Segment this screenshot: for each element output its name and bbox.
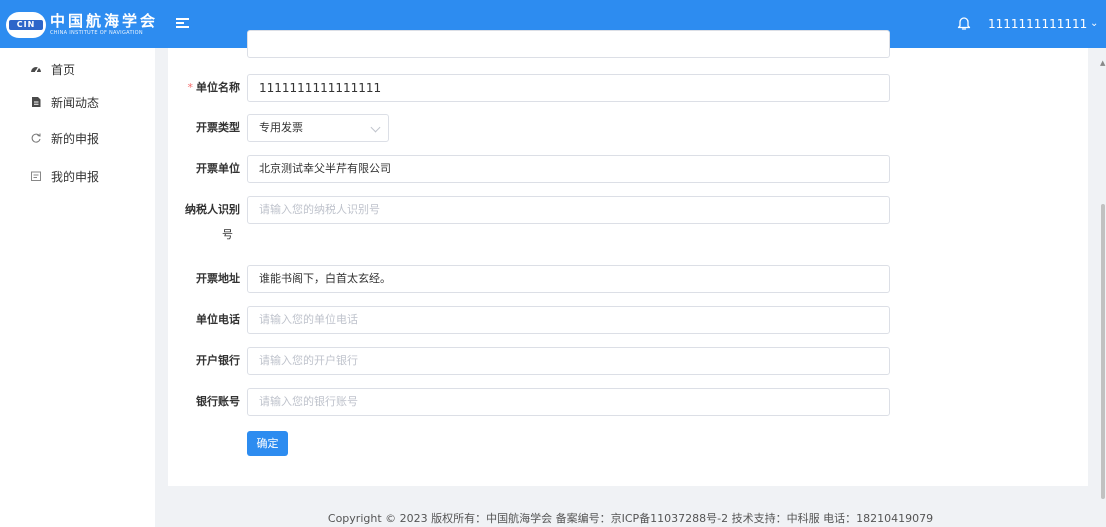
unit-name-label: 单位名称: [196, 81, 240, 94]
confirm-button[interactable]: 确定: [247, 431, 288, 456]
bank-input[interactable]: 请输入您的开户银行: [247, 347, 890, 375]
dashboard-icon: [30, 63, 42, 75]
invoice-unit-row: 开票单位 北京测试幸父半芹有限公司: [168, 155, 1088, 183]
sidebar-item-label: 新闻动态: [51, 95, 100, 110]
main-content: * 单位名称 1111111111111111 开票类型 专用发票 开票单位 北京…: [155, 30, 1106, 527]
refresh-icon: [30, 132, 42, 144]
sidebar-item-my-applications[interactable]: 我的申报: [30, 166, 99, 186]
sidebar-item-home[interactable]: 首页: [30, 59, 75, 79]
unit-name-input[interactable]: 1111111111111111: [247, 74, 890, 102]
taxpayer-id-label: 纳税人识别 号: [185, 203, 240, 241]
unit-phone-row: 单位电话 请输入您的单位电话: [168, 306, 1088, 334]
sidebar-item-label: 新的申报: [51, 131, 100, 146]
invoice-type-value: 专用发票: [259, 121, 303, 134]
logo-subtitle: CHINA INSTITUTE OF NAVIGATION: [50, 30, 143, 36]
sidebar-item-label: 我的申报: [51, 169, 100, 184]
account-input[interactable]: 请输入您的银行账号: [247, 388, 890, 416]
invoice-type-select[interactable]: 专用发票: [247, 114, 389, 142]
invoice-address-row: 开票地址 谁能书阁下，白首太玄经。: [168, 265, 1088, 293]
notification-bell-icon[interactable]: [957, 15, 971, 31]
invoice-form-card: * 单位名称 1111111111111111 开票类型 专用发票 开票单位 北京…: [168, 30, 1088, 486]
user-menu[interactable]: 1111111111111: [988, 16, 1087, 32]
report-icon: [30, 170, 42, 182]
logo-title: 中国航海学会: [50, 12, 159, 30]
footer-copyright: Copyright © 2023 版权所有：中国航海学会 备案编号：京ICP备1…: [327, 512, 934, 525]
previous-field[interactable]: [247, 30, 890, 58]
chevron-down-icon[interactable]: ⌄: [1090, 16, 1098, 32]
sidebar-item-label: 首页: [51, 62, 76, 77]
bank-row: 开户银行 请输入您的开户银行: [168, 347, 1088, 375]
chevron-down-icon: [370, 122, 381, 133]
bank-label: 开户银行: [196, 354, 240, 367]
account-row: 银行账号 请输入您的银行账号: [168, 388, 1088, 416]
invoice-address-input[interactable]: 谁能书阁下，白首太玄经。: [247, 265, 890, 293]
sidebar-item-news[interactable]: 新闻动态: [30, 92, 99, 112]
unit-name-row: * 单位名称 1111111111111111: [168, 74, 1088, 102]
invoice-unit-input[interactable]: 北京测试幸父半芹有限公司: [247, 155, 890, 183]
site-logo[interactable]: CIN 中国航海学会 CHINA INSTITUTE OF NAVIGATION: [6, 11, 158, 39]
scroll-up-arrow-icon[interactable]: ▲: [1100, 60, 1105, 67]
invoice-type-row: 开票类型 专用发票: [168, 114, 1088, 142]
account-label: 银行账号: [196, 395, 240, 408]
taxpayer-id-input[interactable]: 请输入您的纳税人识别号: [247, 196, 890, 224]
menu-toggle-icon[interactable]: [176, 17, 189, 30]
document-icon: [30, 96, 42, 108]
required-mark: *: [187, 81, 194, 94]
taxpayer-id-row: 纳税人识别 号 请输入您的纳税人识别号: [168, 196, 1088, 241]
invoice-address-label: 开票地址: [196, 272, 240, 285]
logo-emblem-icon: CIN: [6, 12, 46, 38]
sidebar-item-new-application[interactable]: 新的申报: [30, 128, 99, 148]
invoice-type-label: 开票类型: [196, 121, 240, 134]
scrollbar[interactable]: [1101, 204, 1105, 499]
unit-phone-label: 单位电话: [196, 313, 240, 326]
invoice-unit-label: 开票单位: [196, 162, 240, 175]
unit-phone-input[interactable]: 请输入您的单位电话: [247, 306, 890, 334]
sidebar: 首页 新闻动态 新的申报 我的申报: [0, 48, 155, 527]
